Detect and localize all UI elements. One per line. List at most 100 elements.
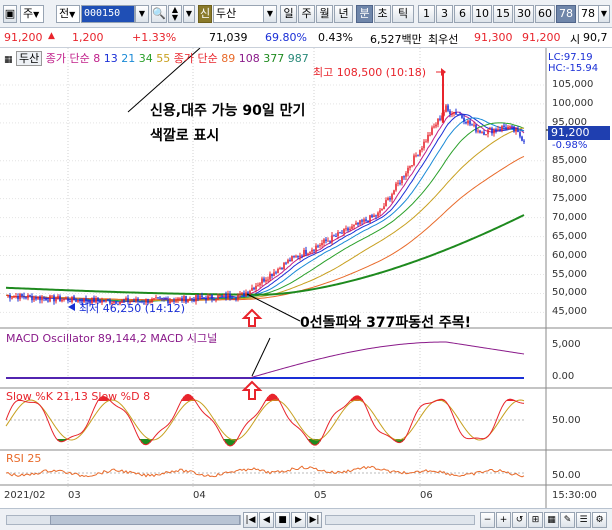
candle-body — [319, 245, 321, 247]
mode-select[interactable]: 주▼ — [20, 5, 44, 23]
period-month[interactable]: 월 — [316, 5, 333, 23]
interval-60[interactable]: 60 — [535, 5, 555, 23]
reset-icon[interactable]: ↺ — [512, 512, 527, 528]
candle-body — [431, 127, 433, 135]
stock-code-input[interactable]: 000150 — [81, 5, 135, 23]
candle-body — [367, 220, 369, 223]
interval-3[interactable]: 3 — [436, 5, 453, 23]
candle-body — [229, 293, 231, 299]
period-second[interactable]: 초 — [374, 5, 391, 23]
interval-78[interactable]: 78 — [556, 5, 576, 23]
interval-1[interactable]: 1 — [418, 5, 435, 23]
stop-icon[interactable]: ■ — [275, 512, 290, 528]
credit-note-line1: 신용,대주 가능 90일 만기 — [150, 103, 306, 119]
candle-body — [467, 120, 469, 124]
credit-badge[interactable]: 신 — [198, 5, 212, 23]
next-icon[interactable]: ▶ — [291, 512, 306, 528]
interval-dropdown-icon[interactable]: ▼ — [598, 5, 610, 23]
interval-10[interactable]: 10 — [472, 5, 492, 23]
candle-body — [457, 114, 459, 116]
candle-body — [353, 224, 355, 227]
interval-6[interactable]: 6 — [454, 5, 471, 23]
window-menu-icon[interactable]: ▣ — [3, 5, 17, 23]
candle-body — [473, 124, 475, 126]
candle-body — [11, 297, 13, 299]
first-icon[interactable]: |◀ — [243, 512, 258, 528]
candle-body — [329, 240, 331, 242]
chart-area[interactable] — [0, 48, 612, 510]
rsi-label: RSI 25 — [6, 452, 42, 465]
legend-ma-377: 377 — [263, 52, 285, 65]
candle-body — [257, 285, 259, 287]
candle-body — [293, 255, 295, 257]
candle-body — [33, 297, 35, 301]
candle-body — [65, 298, 67, 300]
search-icon[interactable]: 🔍 — [151, 5, 167, 23]
stock-name-dropdown-icon[interactable]: ▼ — [263, 5, 277, 23]
zoom-track[interactable] — [325, 515, 475, 525]
spin-updown-icon[interactable]: ▲ ▼ — [168, 5, 182, 23]
candle-body — [217, 295, 219, 300]
candle-body — [477, 130, 479, 132]
dropdown-icon[interactable]: ▼ — [183, 5, 195, 23]
candle-body — [419, 149, 421, 156]
candle-body — [249, 290, 251, 294]
hc-label: HC:-15.94 — [548, 63, 599, 74]
candle-body — [283, 262, 285, 270]
grid-icon[interactable]: ▦ — [544, 512, 559, 528]
period-year[interactable]: 년 — [334, 5, 353, 23]
candle-body — [475, 124, 477, 132]
scroll-thumb[interactable] — [50, 515, 240, 525]
candle-body — [297, 255, 299, 258]
candle-body — [299, 255, 301, 258]
settings-icon[interactable]: ⚙ — [592, 512, 607, 528]
candle-body — [493, 129, 495, 134]
candle-body — [193, 299, 195, 302]
interval-value-field[interactable]: 78 — [578, 5, 600, 23]
candle-body — [35, 297, 37, 300]
candle-body — [199, 295, 201, 299]
interval-15[interactable]: 15 — [493, 5, 513, 23]
pin-icon[interactable]: ✎ — [560, 512, 575, 528]
period-minute[interactable]: 분 — [356, 5, 373, 23]
last-icon[interactable]: ▶| — [307, 512, 322, 528]
trade-amount: 6,527백만 — [370, 33, 422, 46]
candle-body — [237, 295, 239, 299]
candle-body — [519, 132, 521, 137]
time-label-05: 05 — [314, 490, 327, 501]
candle-body — [197, 295, 199, 299]
candle-body — [505, 127, 507, 130]
candle-body — [399, 182, 401, 184]
prev-icon[interactable]: ◀ — [259, 512, 274, 528]
zoom-in-icon[interactable]: + — [496, 512, 511, 528]
prev-select[interactable]: 전▼ — [56, 5, 80, 23]
candle-body — [75, 300, 77, 302]
mode-value: 주 — [23, 7, 34, 20]
candle-body — [485, 134, 487, 136]
candle-body — [411, 165, 413, 167]
candle-body — [427, 134, 429, 142]
period-week[interactable]: 주 — [298, 5, 315, 23]
ruler-icon[interactable]: ⊞ — [528, 512, 543, 528]
chevron-down-icon: ▼ — [69, 10, 76, 19]
candle-body — [381, 209, 383, 211]
candle-body — [245, 292, 247, 297]
candle-body — [55, 299, 57, 302]
candle-body — [351, 226, 353, 229]
candle-body — [371, 215, 373, 218]
period-tick[interactable]: 틱 — [392, 5, 414, 23]
period-day[interactable]: 일 — [280, 5, 297, 23]
zoom-out-icon[interactable]: − — [480, 512, 495, 528]
candle-body — [271, 273, 273, 276]
candle-body — [369, 215, 371, 223]
candle-body — [295, 255, 297, 257]
lc-label: LC:97.19 — [548, 52, 593, 63]
interval-30[interactable]: 30 — [514, 5, 534, 23]
menu-icon[interactable]: ☰ — [576, 512, 591, 528]
legend-ma-108: 108 — [238, 52, 260, 65]
chevron-down-icon: ▼ — [33, 10, 40, 19]
candle-body — [483, 132, 485, 135]
candle-body — [317, 245, 319, 247]
code-dropdown-icon[interactable]: ▼ — [135, 5, 149, 23]
candle-body — [285, 262, 287, 264]
